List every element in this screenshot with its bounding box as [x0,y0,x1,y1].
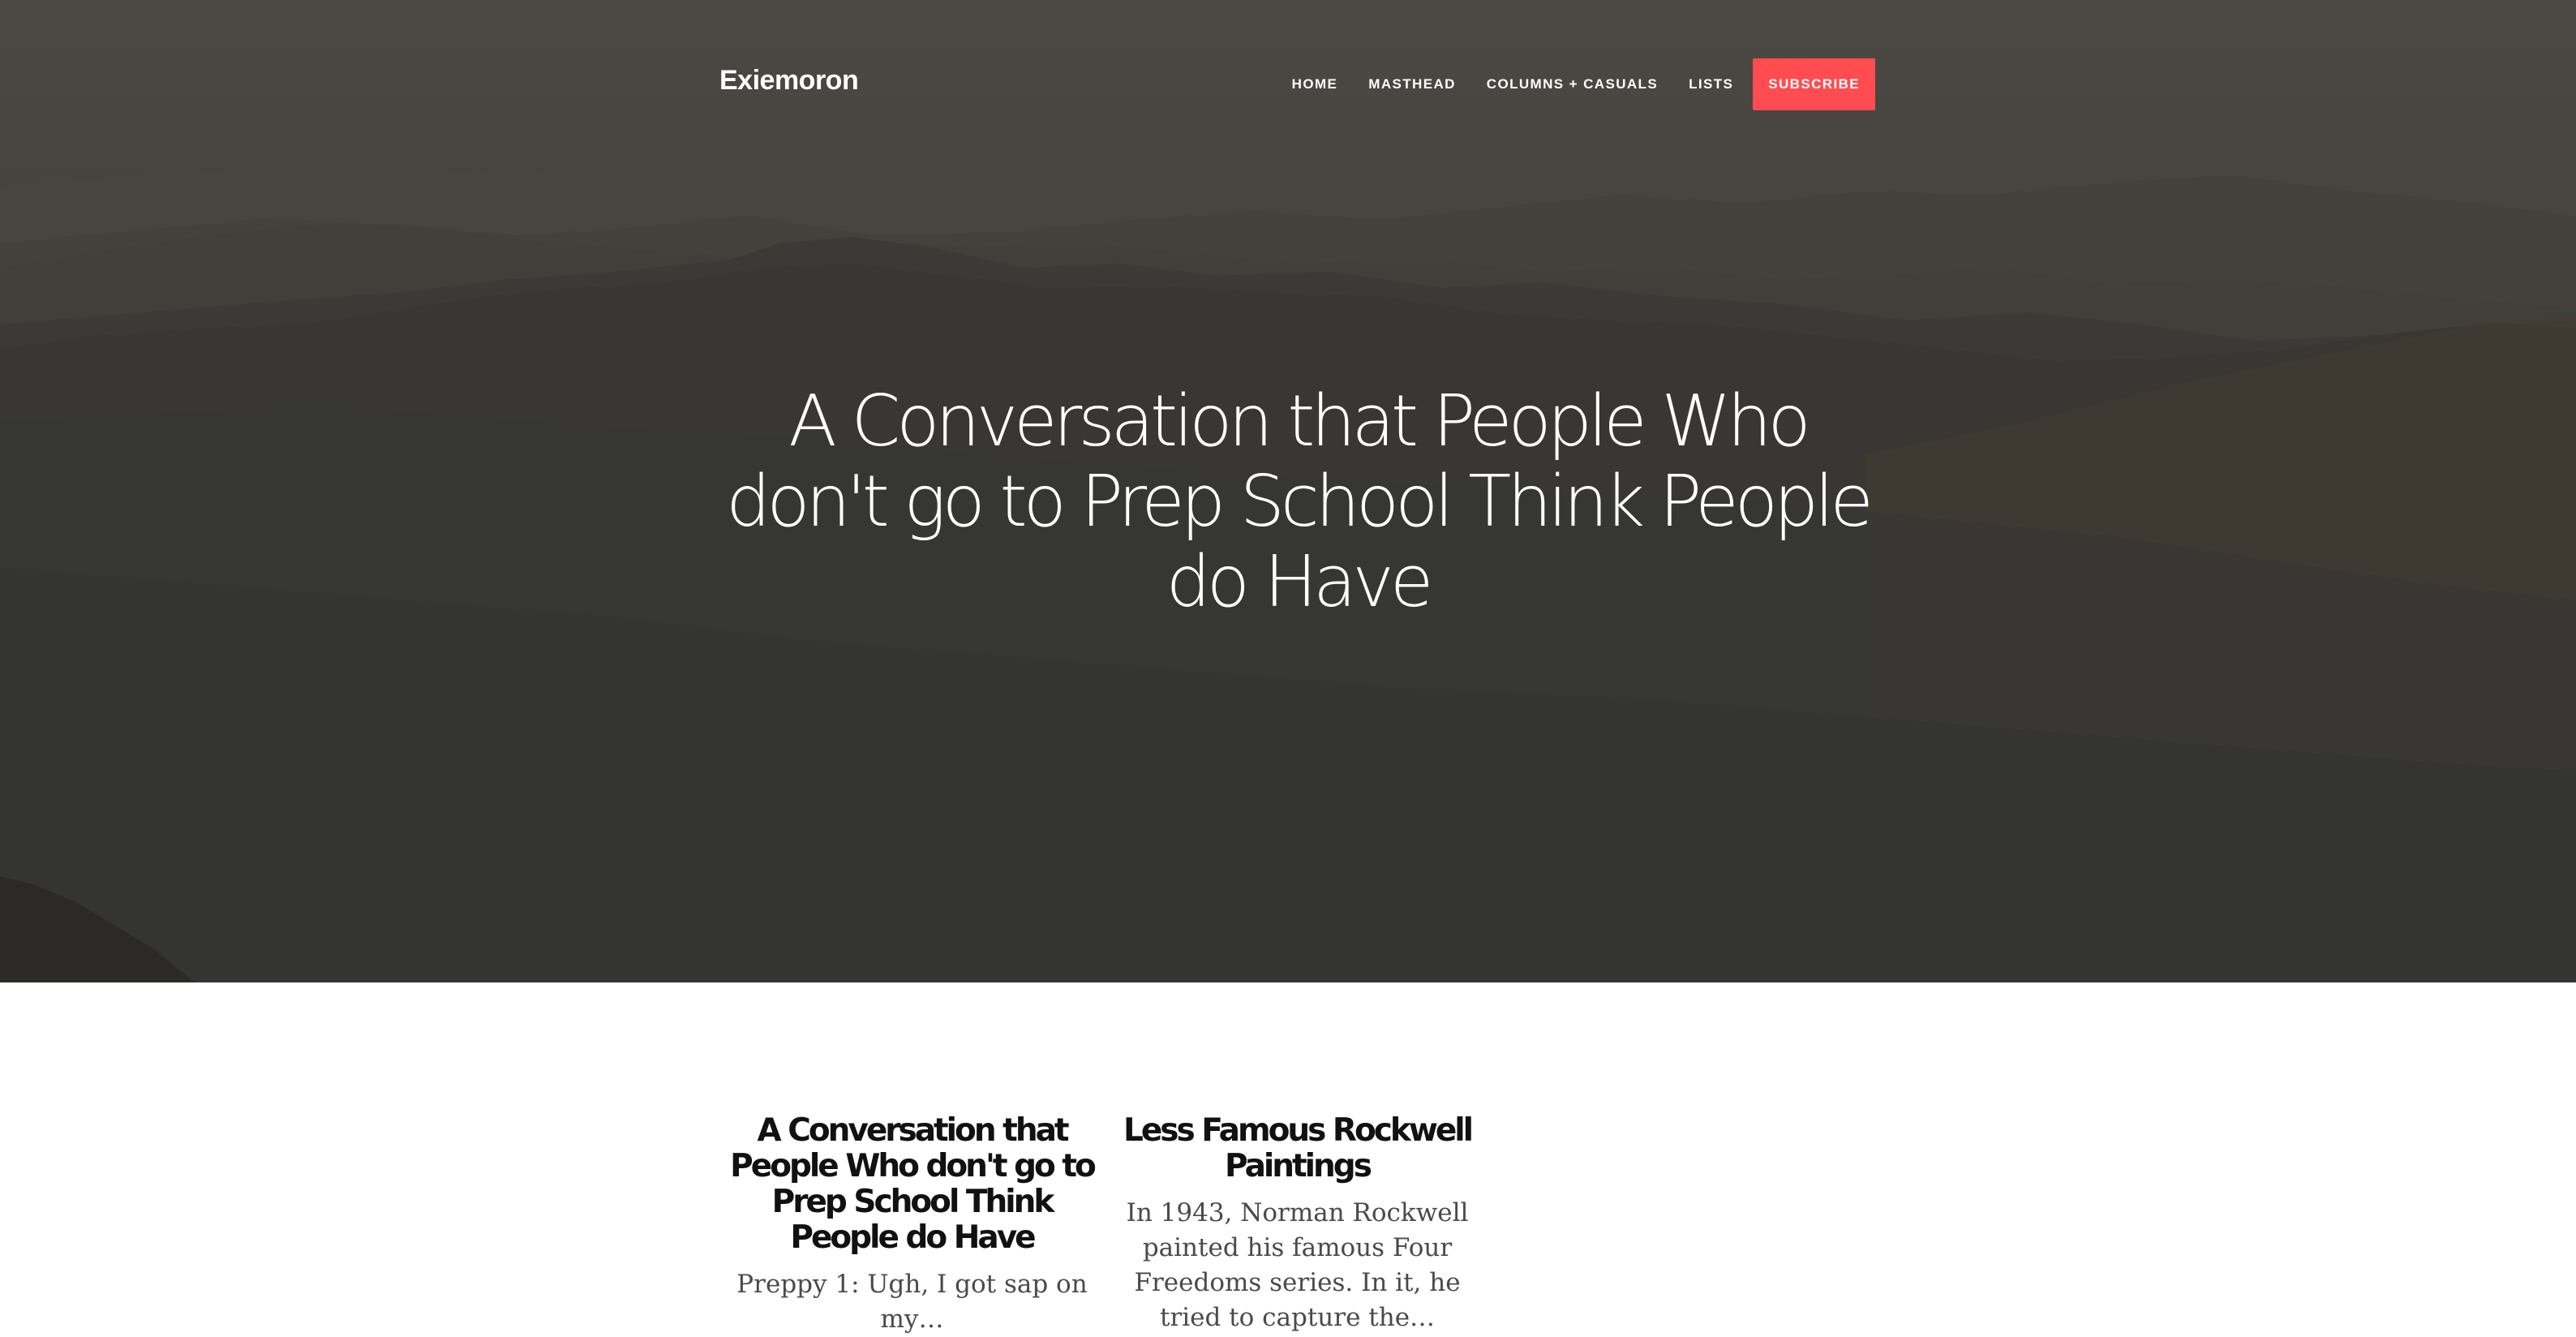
main-nav: HOME MASTHEAD COLUMNS + CASUALS LISTS SU… [1261,58,1875,110]
post-title-link[interactable]: A Conversation that People Who don't go … [719,1113,1105,1256]
nav-item-home[interactable]: HOME [1292,58,1338,110]
subscribe-button[interactable]: SUBSCRIBE [1753,58,1875,110]
site-logo[interactable]: Exiemoron [719,65,859,97]
post-list: A Conversation that People Who don't go … [719,1113,1490,1337]
post-card: A Conversation that People Who don't go … [719,1113,1105,1337]
post-excerpt: Preppy 1: Ugh, I got sap on my… [736,1270,1088,1334]
nav-item-lists[interactable]: LISTS [1689,58,1733,110]
nav-item-masthead[interactable]: MASTHEAD [1368,58,1456,110]
post-excerpt: In 1943, Norman Rockwell painted his fam… [1126,1198,1469,1332]
nav-item-columns-casuals[interactable]: COLUMNS + CASUALS [1487,58,1658,110]
hero-title: A Conversation that People Who don't go … [726,380,1874,623]
post-card: Less Famous Rockwell Paintings In 1943, … [1105,1113,1490,1337]
hero-banner: Exiemoron HOME MASTHEAD COLUMNS + CASUAL… [0,0,2576,982]
post-title-link[interactable]: Less Famous Rockwell Paintings [1105,1113,1490,1184]
